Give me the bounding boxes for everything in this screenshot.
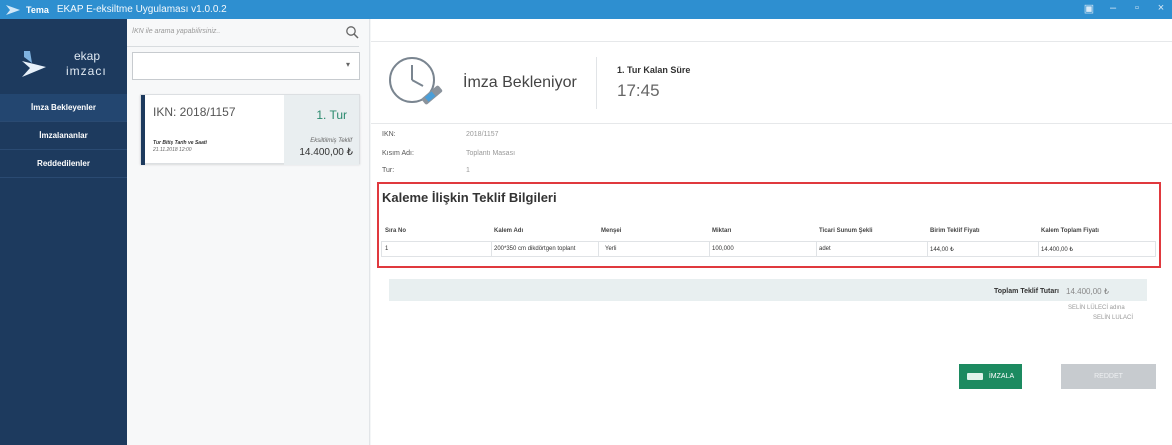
card-date-label: Tur Bitiş Tarih ve Saati [153,140,207,146]
col-header-sunum: Ticari Sunum Şekli [819,228,873,234]
header-divider [371,41,1172,42]
col-header-sira: Sıra No [385,228,407,234]
section-title: Kaleme İlişkin Teklif Bilgileri [382,190,557,205]
info-label-tur: Tur: [382,167,395,174]
cell-divider [927,241,928,257]
filter-dropdown[interactable]: ▾ [132,52,360,80]
cell-divider [491,241,492,257]
window-title: EKAP E-eksiltme Uygulaması v1.0.0.2 [56,4,227,15]
clock-pen-icon [389,57,443,105]
header-separator [596,57,597,109]
info-value-ikn: 2018/1157 [466,131,499,138]
total-label: Toplam Teklif Tutarı [994,288,1059,295]
theme-menu[interactable]: Tema [26,5,49,15]
cell-birim: 144,00 ₺ [930,247,954,253]
sidebar-item-imzalananlar[interactable]: İmzalananlar [0,122,127,150]
col-header-birim: Birim Teklif Fiyatı [930,228,980,234]
maximize-button[interactable]: ▫ [1130,2,1144,15]
title-bar: Tema EKAP E-eksiltme Uygulaması v1.0.0.2… [0,0,1172,19]
cell-divider [1038,241,1039,257]
info-label-kisim: Kısım Adı: [382,150,414,157]
detail-panel: İmza Bekleniyor 1. Tur Kalan Süre 17:45 … [371,19,1172,445]
close-button[interactable]: × [1154,2,1168,15]
chevron-down-icon: ▾ [345,60,350,69]
card-date-value: 21.11.2018 12:00 [153,147,192,153]
total-value: 14.400,00 ₺ [1066,287,1109,296]
info-divider [371,123,1172,124]
info-value-tur: 1 [466,167,470,174]
remaining-time-label: 1. Tur Kalan Süre [617,65,691,75]
sign-button-label: İMZALA [988,373,1015,380]
cell-miktar: 100,000 [712,246,734,252]
cell-sunum: adet [819,246,831,252]
card-offer-value: 14.400,00 ₺ [299,147,353,158]
reject-button[interactable]: REDDET [1061,364,1156,389]
info-label-ikn: IKN: [382,131,396,138]
sidebar: ekap imzacı İmza Bekleyenler İmzalananla… [0,19,127,445]
minimize-button[interactable]: – [1106,2,1120,15]
screen-icon[interactable]: ▣ [1082,2,1096,15]
col-header-miktar: Miktarı [712,228,732,234]
cell-divider [598,241,599,257]
signer-line-1: SELİN LÜLECİ adına [1068,305,1125,311]
ekap-imzaci-logo: ekap imzacı [22,49,112,89]
sidebar-item-imza-bekleyenler[interactable]: İmza Bekleyenler [0,94,127,122]
col-header-kalem: Kalem Adı [494,228,524,234]
offer-list-panel: İKN ile arama yapabilirsiniz.. ▾ IKN: 20… [127,19,370,445]
cell-kalem: 200*350 cm dikdörtgen toplant [494,246,576,252]
signer-line-2: SELİN LULACİ [1093,315,1134,321]
search-placeholder: İKN ile arama yapabilirsiniz.. [132,28,221,35]
cell-divider [816,241,817,257]
status-title: İmza Bekleniyor [463,74,577,91]
remaining-time: 17:45 [617,81,660,100]
card-tur: 1. Tur [316,108,347,122]
logo-text-ekap: ekap [74,49,101,63]
card-accent-bar [141,95,145,165]
info-value-kisim: Toplantı Masası [466,150,516,157]
col-header-toplam: Kalem Toplam Fiyatı [1041,228,1099,234]
app-logo-icon [6,4,20,15]
cell-sira: 1 [385,246,389,252]
search-icon[interactable] [345,25,359,39]
offer-card[interactable]: IKN: 2018/1157 1. Tur Tur Bitiş Tarih ve… [140,94,360,165]
search-underline [127,46,359,47]
card-ikn: IKN: 2018/1157 [153,105,236,119]
cell-toplam: 14.400,00 ₺ [1041,247,1074,253]
cell-divider [709,241,710,257]
logo-text-imzaci: imzacı [66,64,107,78]
sidebar-item-reddedilenler[interactable]: Reddedilenler [0,150,127,178]
search-input[interactable]: İKN ile arama yapabilirsiniz.. [127,25,365,47]
arrow-logo-icon [22,51,46,77]
card-offer-label: Eksiltilmiş Teklif [310,138,352,144]
window-controls: ▣ – ▫ × [1082,2,1168,15]
sign-button[interactable]: İMZALA [959,364,1022,389]
cell-mensei: Yerli [605,246,617,252]
col-header-mensei: Menşei [601,228,622,234]
e-signature-card-icon [966,373,983,380]
